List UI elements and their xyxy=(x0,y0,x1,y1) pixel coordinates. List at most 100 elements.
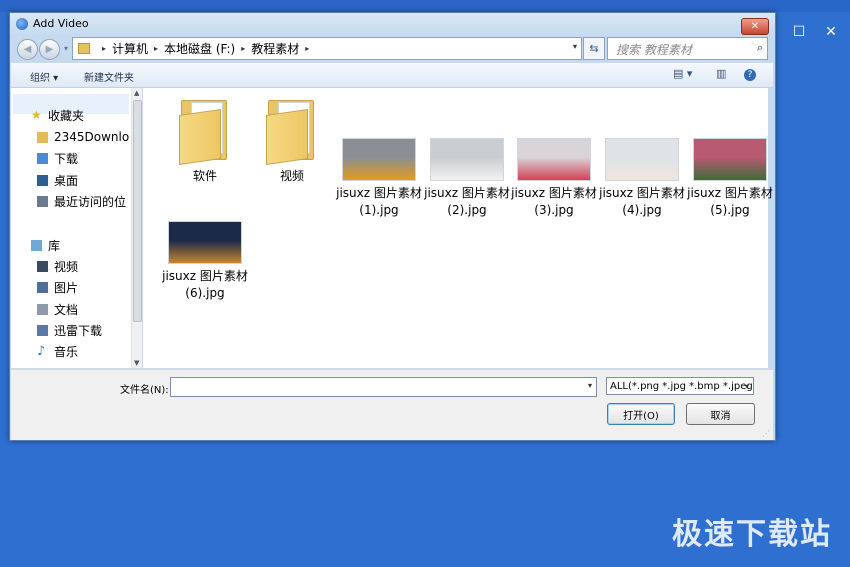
recent-places-icon xyxy=(37,195,48,207)
forward-button[interactable]: ▶ xyxy=(39,39,60,60)
sidebar-item-7[interactable]: 图片 xyxy=(37,278,129,296)
sidebar-item-2[interactable]: 下载 xyxy=(37,149,129,167)
file-name: jisuxz 图片素材 (6).jpg xyxy=(162,269,248,300)
sidebar-item-3[interactable]: 桌面 xyxy=(37,171,129,189)
pictures-icon xyxy=(37,281,48,293)
folder-item[interactable]: 视频 xyxy=(249,96,335,185)
sidebar-item-label: 库 xyxy=(48,238,61,253)
file-name: jisuxz 图片素材 (4).jpg xyxy=(599,186,685,217)
filetype-select[interactable]: ALL(*.png *.jpg *.bmp *.jpeg ▾ xyxy=(606,377,754,395)
address-bar[interactable]: ▸ 计算机 ▸ 本地磁盘 (F:) ▸ 教程素材 ▸ ▾ xyxy=(72,37,582,60)
thunder-folder-icon xyxy=(37,324,48,336)
sidebar-item-label: 音乐 xyxy=(54,344,79,359)
image-thumbnail xyxy=(693,138,767,181)
sidebar-item-label: 下载 xyxy=(54,151,79,166)
back-button[interactable]: ◀ xyxy=(17,39,38,60)
address-dropdown[interactable]: ▾ xyxy=(573,42,577,51)
navigation-pane: ★ 收藏夹 2345Downlo 下载桌面最近访问的位库视频图片文档迅雷下载 ♪ 音乐 xyxy=(11,88,131,368)
breadcrumb-computer[interactable]: 计算机 xyxy=(112,40,148,57)
filename-label: 文件名(N): xyxy=(120,385,169,396)
open-file-dialog: Add Video ✕ ◀ ▶ ▾ ▸ 计算机 ▸ 本地磁盘 (F:) ▸ 教程… xyxy=(9,12,776,441)
resize-grip-icon[interactable]: ⋰ xyxy=(762,429,770,438)
sidebar-item-9[interactable]: 迅雷下载 xyxy=(37,321,129,339)
documents-icon xyxy=(37,303,48,315)
scroll-up-arrow-icon[interactable]: ▲ xyxy=(134,89,139,97)
cancel-button[interactable]: 取消 xyxy=(686,403,755,425)
folder-icon xyxy=(177,96,233,165)
sidebar-item-6[interactable]: 视频 xyxy=(37,257,129,275)
organize-button[interactable]: 组织 ▾ xyxy=(30,69,58,84)
breadcrumb-separator[interactable]: ▸ xyxy=(241,44,245,53)
dialog-close-button[interactable]: ✕ xyxy=(741,18,769,35)
libraries-icon xyxy=(31,239,42,251)
image-file-item[interactable]: jisuxz 图片素材 (4).jpg xyxy=(599,138,685,219)
sidebar-item-10[interactable]: ♪ 音乐 xyxy=(37,342,129,360)
file-name: jisuxz 图片素材 (5).jpg xyxy=(687,186,773,217)
file-name: jisuxz 图片素材 (3).jpg xyxy=(511,186,597,217)
image-file-item[interactable]: jisuxz 图片素材 (5).jpg xyxy=(687,138,773,219)
breadcrumb-separator[interactable]: ▸ xyxy=(305,44,309,53)
folder-item[interactable]: 软件 xyxy=(162,96,248,185)
scrollbar-thumb[interactable] xyxy=(133,100,142,322)
recent-locations-dropdown[interactable]: ▾ xyxy=(64,44,68,53)
sidebar-item-label: 图片 xyxy=(54,280,79,295)
open-button[interactable]: 打开(O) xyxy=(607,403,675,425)
sidebar-item-label: 桌面 xyxy=(54,173,79,188)
sidebar-item-label: 收藏夹 xyxy=(48,108,85,123)
background-app-titlebar xyxy=(0,0,850,12)
image-thumbnail xyxy=(517,138,591,181)
sidebar-item-8[interactable]: 文档 xyxy=(37,300,129,318)
sidebar-item-label: 最近访问的位 xyxy=(54,194,127,209)
image-file-item[interactable]: jisuxz 图片素材 (6).jpg xyxy=(162,221,248,302)
sidebar-item-0[interactable]: ★ 收藏夹 xyxy=(31,106,123,124)
sidebar-item-4[interactable]: 最近访问的位 xyxy=(37,192,129,210)
file-name: jisuxz 图片素材 (2).jpg xyxy=(424,186,510,217)
app-close-button[interactable]: ✕ xyxy=(817,18,845,46)
filename-dropdown-icon[interactable]: ▾ xyxy=(588,381,592,390)
dialog-titlebar[interactable]: Add Video ✕ xyxy=(10,13,775,35)
app-icon xyxy=(16,18,28,30)
watermark: 极速下载站 xyxy=(672,517,832,552)
filetype-value: ALL(*.png *.jpg *.bmp *.jpeg xyxy=(610,381,753,392)
image-thumbnail xyxy=(605,138,679,181)
image-thumbnail xyxy=(168,221,242,264)
filetype-dropdown-icon[interactable]: ▾ xyxy=(745,378,749,394)
scroll-down-arrow-icon[interactable]: ▼ xyxy=(134,359,139,367)
image-file-item[interactable]: jisuxz 图片素材 (3).jpg xyxy=(511,138,597,219)
download-folder-icon xyxy=(37,152,48,164)
command-bar: 组织 ▾ 新建文件夹 ▤ ▾ ▥ ? xyxy=(11,63,773,88)
music-icon: ♪ xyxy=(37,343,46,359)
dialog-title: Add Video xyxy=(33,17,89,30)
image-thumbnail xyxy=(342,138,416,181)
search-icon[interactable]: ⌕ xyxy=(757,41,763,55)
videos-icon xyxy=(37,260,48,272)
maximize-button[interactable]: ☐ xyxy=(785,18,813,46)
navigation-scrollbar[interactable]: ▲ ▼ xyxy=(131,88,142,368)
breadcrumb-tutorial-materials[interactable]: 教程素材 xyxy=(251,40,299,57)
search-box[interactable]: 搜索 教程素材 ⌕ xyxy=(607,37,768,60)
folder-icon xyxy=(264,96,320,165)
sidebar-item-label: 文档 xyxy=(54,302,79,317)
sidebar-item-1[interactable]: 2345Downlo xyxy=(37,128,129,146)
breadcrumb-drive-f[interactable]: 本地磁盘 (F:) xyxy=(164,40,235,57)
file-name: 软件 xyxy=(192,169,217,183)
file-name: jisuxz 图片素材 (1).jpg xyxy=(336,186,422,217)
image-file-item[interactable]: jisuxz 图片素材 (1).jpg xyxy=(336,138,422,219)
star-icon: ★ xyxy=(31,107,42,122)
folder-icon xyxy=(78,43,90,54)
preview-pane-icon[interactable]: ▥ xyxy=(716,67,726,80)
breadcrumb-separator[interactable]: ▸ xyxy=(102,44,106,53)
dialog-footer: 文件名(N): ▾ ALL(*.png *.jpg *.bmp *.jpeg ▾… xyxy=(11,369,773,440)
refresh-button[interactable]: ⇆ xyxy=(583,37,605,60)
file-name: 视频 xyxy=(279,169,304,183)
sidebar-item-5[interactable]: 库 xyxy=(31,236,123,254)
file-list: 软件 视频 jisuxz 图片素材 (1).jpg jisuxz 图片素材 (2).j… xyxy=(143,88,773,368)
help-icon[interactable]: ? xyxy=(744,69,756,81)
image-thumbnail xyxy=(430,138,504,181)
change-view-icon[interactable]: ▤ ▾ xyxy=(673,67,692,80)
new-folder-button[interactable]: 新建文件夹 xyxy=(84,69,134,84)
image-file-item[interactable]: jisuxz 图片素材 (2).jpg xyxy=(424,138,510,219)
search-placeholder: 搜索 教程素材 xyxy=(616,43,692,57)
breadcrumb-separator[interactable]: ▸ xyxy=(154,44,158,53)
filename-input[interactable]: ▾ xyxy=(170,377,597,397)
